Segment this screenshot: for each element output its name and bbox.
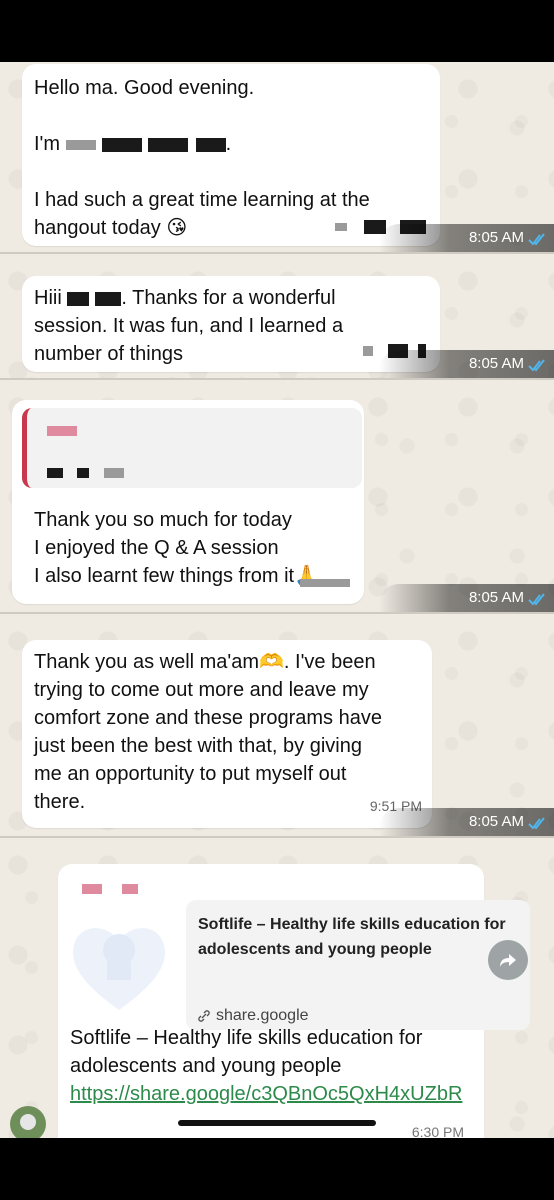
message-bubble-1[interactable]: Hello ma. Good evening. I'm . I had such… — [22, 64, 440, 246]
chat-panel-1: Hello ma. Good evening. I'm . I had such… — [0, 62, 554, 252]
timestamp-overlay: 8:05 AM — [379, 350, 554, 378]
message-time: 6:30 PM — [411, 1124, 464, 1138]
forward-icon — [500, 954, 516, 967]
double-check-icon — [528, 817, 545, 830]
message-line: I had such a great time learning at the — [34, 189, 370, 211]
chat-panel-2: Hiii . Thanks for a wonderful session. I… — [0, 254, 554, 378]
message-bubble-4[interactable]: Thank you as well ma'am🫶. I've been tryi… — [22, 640, 432, 828]
bottom-black-bar — [0, 1138, 554, 1200]
message-line: Thank you so much for today — [34, 509, 292, 531]
timestamp-overlay: 8:05 AM — [379, 224, 554, 252]
message-bubble-2[interactable]: Hiii . Thanks for a wonderful session. I… — [22, 276, 440, 372]
top-black-bar — [0, 0, 554, 62]
timestamp-overlay: 8:05 AM — [379, 808, 554, 836]
message-timestamp: 8:05 AM — [468, 355, 524, 372]
link-icon — [198, 1010, 210, 1022]
message-line: I also learnt few things from it🙏 — [34, 565, 320, 587]
double-check-icon — [528, 593, 545, 606]
message-timestamp: 8:05 AM — [468, 229, 524, 246]
message-line: there. — [34, 791, 86, 813]
double-check-icon — [528, 359, 545, 372]
chat-panel-5: Softlife – Healthy life skills education… — [0, 838, 554, 1138]
link-preview-title: Softlife – Healthy life skills education… — [198, 916, 506, 958]
avatar[interactable] — [10, 1106, 46, 1142]
message-timestamp: 8:05 AM — [468, 589, 524, 606]
redacted-signature — [300, 568, 350, 596]
message-line-1: Hiii . Thanks for a wonderful — [34, 287, 336, 309]
message-line-name: I'm . — [34, 133, 232, 155]
quoted-text-redacted — [47, 458, 125, 486]
message-link[interactable]: https://share.google/c3QBnOc5QxH4xUZbR — [70, 1083, 462, 1105]
message-text: Softlife – Healthy life skills education… — [70, 1027, 463, 1105]
chat-panel-4: Thank you as well ma'am🫶. I've been tryi… — [0, 614, 554, 836]
softlife-logo-icon — [73, 928, 165, 1010]
message-line: trying to come out more and leave my — [34, 679, 369, 701]
message-timestamp: 8:05 AM — [468, 813, 524, 830]
home-indicator[interactable] — [178, 1120, 376, 1126]
double-check-icon — [528, 233, 545, 246]
quoted-author — [47, 426, 77, 436]
link-preview-card[interactable]: Softlife – Healthy life skills education… — [186, 900, 530, 1030]
message-line: me an opportunity to put myself out — [34, 763, 347, 785]
forward-button[interactable] — [488, 940, 528, 980]
chat-panel-3: Thank you so much for today I enjoyed th… — [0, 380, 554, 612]
message-line: just been the best with that, by giving — [34, 735, 362, 757]
sender-name-redacted — [82, 874, 138, 902]
message-line: Hello ma. Good evening. — [34, 77, 255, 99]
message-bubble-5[interactable]: Softlife – Healthy life skills education… — [58, 864, 530, 1138]
timestamp-overlay: 8:05 AM — [379, 584, 554, 612]
message-line: comfort zone and these programs have — [34, 707, 382, 729]
message-line: Thank you as well ma'am🫶. I've been — [34, 651, 376, 673]
quoted-message[interactable] — [22, 408, 362, 488]
message-line: I enjoyed the Q & A session — [34, 537, 279, 559]
message-bubble-3[interactable]: Thank you so much for today I enjoyed th… — [12, 400, 364, 604]
